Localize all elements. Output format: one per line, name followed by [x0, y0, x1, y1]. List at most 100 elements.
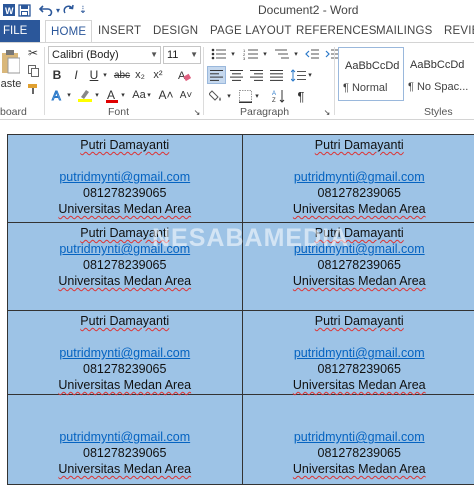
- label-phone: 081278239065: [317, 362, 401, 376]
- tab-mailings[interactable]: MAILINGS: [376, 20, 433, 42]
- style-normal-name: ¶ Normal: [343, 82, 388, 94]
- chevron-down-icon[interactable]: ▾: [293, 46, 299, 62]
- label-email-link[interactable]: putridmynti@gmail.com: [8, 429, 242, 445]
- chevron-down-icon[interactable]: ▼: [150, 47, 158, 63]
- text-effects-icon[interactable]: A: [50, 87, 66, 103]
- label-cell[interactable]: Putri Damayanti putridmynti@gmail.com 08…: [7, 222, 243, 311]
- underline-dropdown-icon[interactable]: ▾: [101, 67, 109, 83]
- undo-icon[interactable]: [38, 1, 54, 19]
- highlight-icon[interactable]: [76, 87, 94, 103]
- label-cell[interactable]: putridmynti@gmail.com 081278239065 Unive…: [7, 394, 243, 485]
- styles-group-label: Styles: [424, 106, 453, 118]
- align-right-icon[interactable]: [247, 66, 266, 84]
- borders-icon[interactable]: [236, 88, 254, 104]
- cut-icon[interactable]: ✂: [26, 46, 40, 60]
- shading-icon[interactable]: [208, 88, 226, 104]
- label-cell[interactable]: Putri Damayanti putridmynti@gmail.com 08…: [7, 134, 243, 223]
- font-name-combo[interactable]: Calibri (Body) ▼: [48, 46, 161, 64]
- bullets-icon[interactable]: [208, 46, 230, 62]
- align-left-button[interactable]: [207, 66, 226, 84]
- label-cell[interactable]: putridmynti@gmail.com 081278239065 Unive…: [241, 394, 474, 485]
- underline-button[interactable]: U: [88, 67, 100, 83]
- chevron-down-icon[interactable]: ▾: [66, 87, 72, 103]
- label-email-link[interactable]: putridmynti@gmail.com: [243, 345, 474, 361]
- tab-insert[interactable]: INSERT: [98, 20, 141, 42]
- paragraph-dialog-launcher-icon[interactable]: ↘: [323, 107, 331, 117]
- style-no-spacing[interactable]: AaBbCcDd ¶ No Spac...: [404, 47, 474, 101]
- change-case-icon[interactable]: Aa: [132, 87, 146, 103]
- label-cell[interactable]: Putri Damayanti putridmynti@gmail.com 08…: [241, 310, 474, 395]
- line-spacing-icon[interactable]: [289, 66, 307, 84]
- clear-formatting-icon[interactable]: A: [176, 67, 192, 83]
- label-email-link[interactable]: putridmynti@gmail.com: [243, 429, 474, 445]
- strikethrough-button[interactable]: abc: [113, 67, 131, 83]
- show-formatting-marks-icon[interactable]: ¶: [292, 88, 310, 104]
- label-email-link[interactable]: putridmynti@gmail.com: [243, 169, 474, 185]
- chevron-down-icon[interactable]: ▾: [94, 87, 100, 103]
- subscript-button[interactable]: x₂: [133, 67, 147, 83]
- font-color-icon[interactable]: A: [104, 87, 120, 103]
- label-cell[interactable]: Putri Damayanti putridmynti@gmail.com 08…: [7, 310, 243, 395]
- tab-review[interactable]: REVIEW: [444, 20, 474, 42]
- align-center-icon[interactable]: [227, 66, 246, 84]
- label-phone: 081278239065: [83, 362, 167, 376]
- font-name-value: Calibri (Body): [52, 49, 119, 61]
- chevron-down-icon[interactable]: ▼: [190, 47, 198, 63]
- multilevel-list-icon[interactable]: [271, 46, 293, 62]
- superscript-button[interactable]: x²: [151, 67, 165, 83]
- style-normal[interactable]: AaBbCcDd ¶ Normal: [338, 47, 404, 101]
- style-no-spacing-name: ¶ No Spac...: [408, 81, 469, 93]
- chevron-down-icon[interactable]: ▾: [254, 88, 260, 104]
- shrink-font-icon[interactable]: A˅: [178, 87, 194, 103]
- decrease-indent-icon[interactable]: [303, 46, 321, 62]
- svg-text:3: 3: [243, 56, 246, 60]
- label-phone: 081278239065: [317, 186, 401, 200]
- chevron-down-icon[interactable]: ▾: [262, 46, 268, 62]
- undo-dropdown-icon[interactable]: ▾: [54, 1, 62, 19]
- chevron-down-icon[interactable]: ▾: [307, 66, 313, 84]
- save-icon[interactable]: [16, 1, 32, 19]
- tab-design[interactable]: DESIGN: [153, 20, 198, 42]
- format-painter-icon[interactable]: [26, 82, 40, 96]
- label-email-link[interactable]: putridmynti@gmail.com: [8, 169, 242, 185]
- label-email-link[interactable]: putridmynti@gmail.com: [243, 241, 474, 257]
- table-row: Putri Damayanti putridmynti@gmail.com 08…: [7, 222, 474, 311]
- label-cell[interactable]: Putri Damayanti putridmynti@gmail.com 08…: [241, 222, 474, 311]
- numbering-icon[interactable]: 123: [240, 46, 262, 62]
- label-email-link[interactable]: putridmynti@gmail.com: [8, 241, 242, 257]
- chevron-down-icon[interactable]: ▾: [226, 88, 232, 104]
- label-name: Putri Damayanti: [80, 138, 170, 152]
- label-name: Putri Damayanti: [314, 138, 404, 152]
- label-university: Universitas Medan Area: [58, 274, 192, 288]
- tab-file[interactable]: FILE: [0, 20, 40, 42]
- bold-button[interactable]: B: [50, 67, 64, 83]
- customize-qat-icon[interactable]: ⇣: [78, 1, 88, 19]
- grow-font-icon[interactable]: A˄: [158, 87, 174, 103]
- label-email-link[interactable]: putridmynti@gmail.com: [8, 345, 242, 361]
- label-phone: 081278239065: [83, 258, 167, 272]
- label-university: Universitas Medan Area: [292, 462, 426, 476]
- tab-page-layout[interactable]: PAGE LAYOUT: [210, 20, 292, 42]
- tab-home[interactable]: HOME: [45, 20, 93, 43]
- label-university: Universitas Medan Area: [58, 202, 192, 216]
- italic-button[interactable]: I: [70, 67, 82, 83]
- paragraph-group-label: Paragraph: [240, 106, 290, 118]
- copy-icon[interactable]: [26, 64, 40, 78]
- justify-icon[interactable]: [267, 66, 286, 84]
- paste-icon[interactable]: [0, 47, 22, 77]
- font-dialog-launcher-icon[interactable]: ↘: [193, 107, 201, 117]
- chevron-down-icon[interactable]: ▾: [146, 87, 152, 103]
- paste-button[interactable]: aste: [0, 77, 22, 91]
- chevron-down-icon[interactable]: ▾: [120, 87, 126, 103]
- font-size-combo[interactable]: 11 ▼: [163, 46, 201, 64]
- sort-icon[interactable]: AZ: [270, 88, 288, 104]
- document-page: Putri Damayanti putridmynti@gmail.com 08…: [0, 120, 474, 493]
- label-cell[interactable]: Putri Damayanti putridmynti@gmail.com 08…: [241, 134, 474, 223]
- redo-icon[interactable]: [62, 1, 76, 19]
- chevron-down-icon[interactable]: ▾: [230, 46, 236, 62]
- title-bar: W ▾ ⇣ Document2 - Word: [0, 0, 474, 20]
- tab-references[interactable]: REFERENCES: [296, 20, 377, 42]
